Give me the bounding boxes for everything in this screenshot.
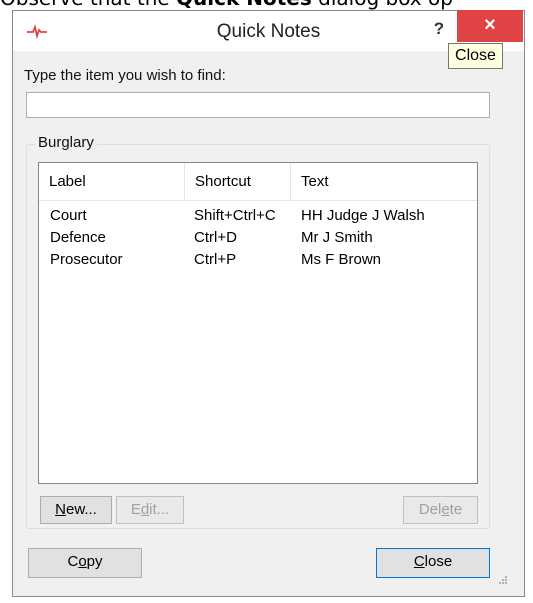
close-window-button[interactable]: × [457, 10, 523, 42]
copy-label-pre: C [67, 553, 79, 570]
group-legend: Burglary [35, 134, 97, 151]
edit-button[interactable]: Edit... [116, 496, 184, 524]
list-row[interactable]: Defence Ctrl+D Mr J Smith [39, 227, 477, 249]
column-header-label[interactable]: Label [39, 163, 185, 200]
list-row[interactable]: Prosecutor Ctrl+P Ms F Brown [39, 249, 477, 271]
close-tooltip: Close [448, 43, 503, 69]
find-prompt-label: Type the item you wish to find: [24, 67, 226, 84]
help-button[interactable]: ? [425, 15, 453, 43]
list-header: Label Shortcut Text [39, 163, 477, 201]
row-label: Prosecutor [50, 251, 123, 268]
doc-text-prefix: Observe that the [0, 0, 176, 10]
delete-label-rest: te [449, 501, 463, 518]
row-text: Mr J Smith [301, 229, 373, 246]
new-button[interactable]: New... [40, 496, 112, 524]
row-text: HH Judge J Walsh [301, 207, 425, 224]
row-shortcut: Ctrl+D [194, 229, 237, 246]
copy-button[interactable]: Copy [28, 548, 142, 578]
resize-grip-icon[interactable] [498, 575, 508, 585]
new-label-rest: ew... [65, 501, 97, 518]
doc-text-suffix: dialog box op [312, 0, 453, 10]
edit-label-pre: E [130, 501, 141, 518]
row-shortcut: Ctrl+P [194, 251, 237, 268]
close-mnemonic: C [413, 553, 425, 570]
find-input[interactable] [26, 92, 490, 118]
delete-mnemonic: e [441, 501, 450, 518]
close-button[interactable]: Close [376, 548, 490, 578]
doc-text-bold: Quick Notes [176, 0, 312, 10]
heartbeat-icon [27, 23, 47, 39]
edit-mnemonic: d [140, 501, 150, 518]
close-icon: × [484, 14, 496, 36]
row-shortcut: Shift+Ctrl+C [194, 207, 276, 224]
edit-label-rest: it... [149, 501, 170, 518]
row-text: Ms F Brown [301, 251, 382, 268]
row-label: Defence [50, 229, 106, 246]
delete-label-pre: Del [418, 501, 442, 518]
copy-label-rest: py [86, 553, 103, 570]
row-label: Court [50, 207, 87, 224]
column-header-shortcut[interactable]: Shortcut [185, 163, 291, 200]
column-header-text[interactable]: Text [291, 163, 477, 200]
notes-list[interactable]: Label Shortcut Text Court Shift+Ctrl+C H… [38, 162, 478, 484]
delete-button[interactable]: Delete [403, 496, 478, 524]
list-row[interactable]: Court Shift+Ctrl+C HH Judge J Walsh [39, 205, 477, 227]
new-mnemonic: N [55, 501, 66, 518]
copy-mnemonic: o [78, 553, 87, 570]
close-label-rest: lose [424, 553, 453, 570]
